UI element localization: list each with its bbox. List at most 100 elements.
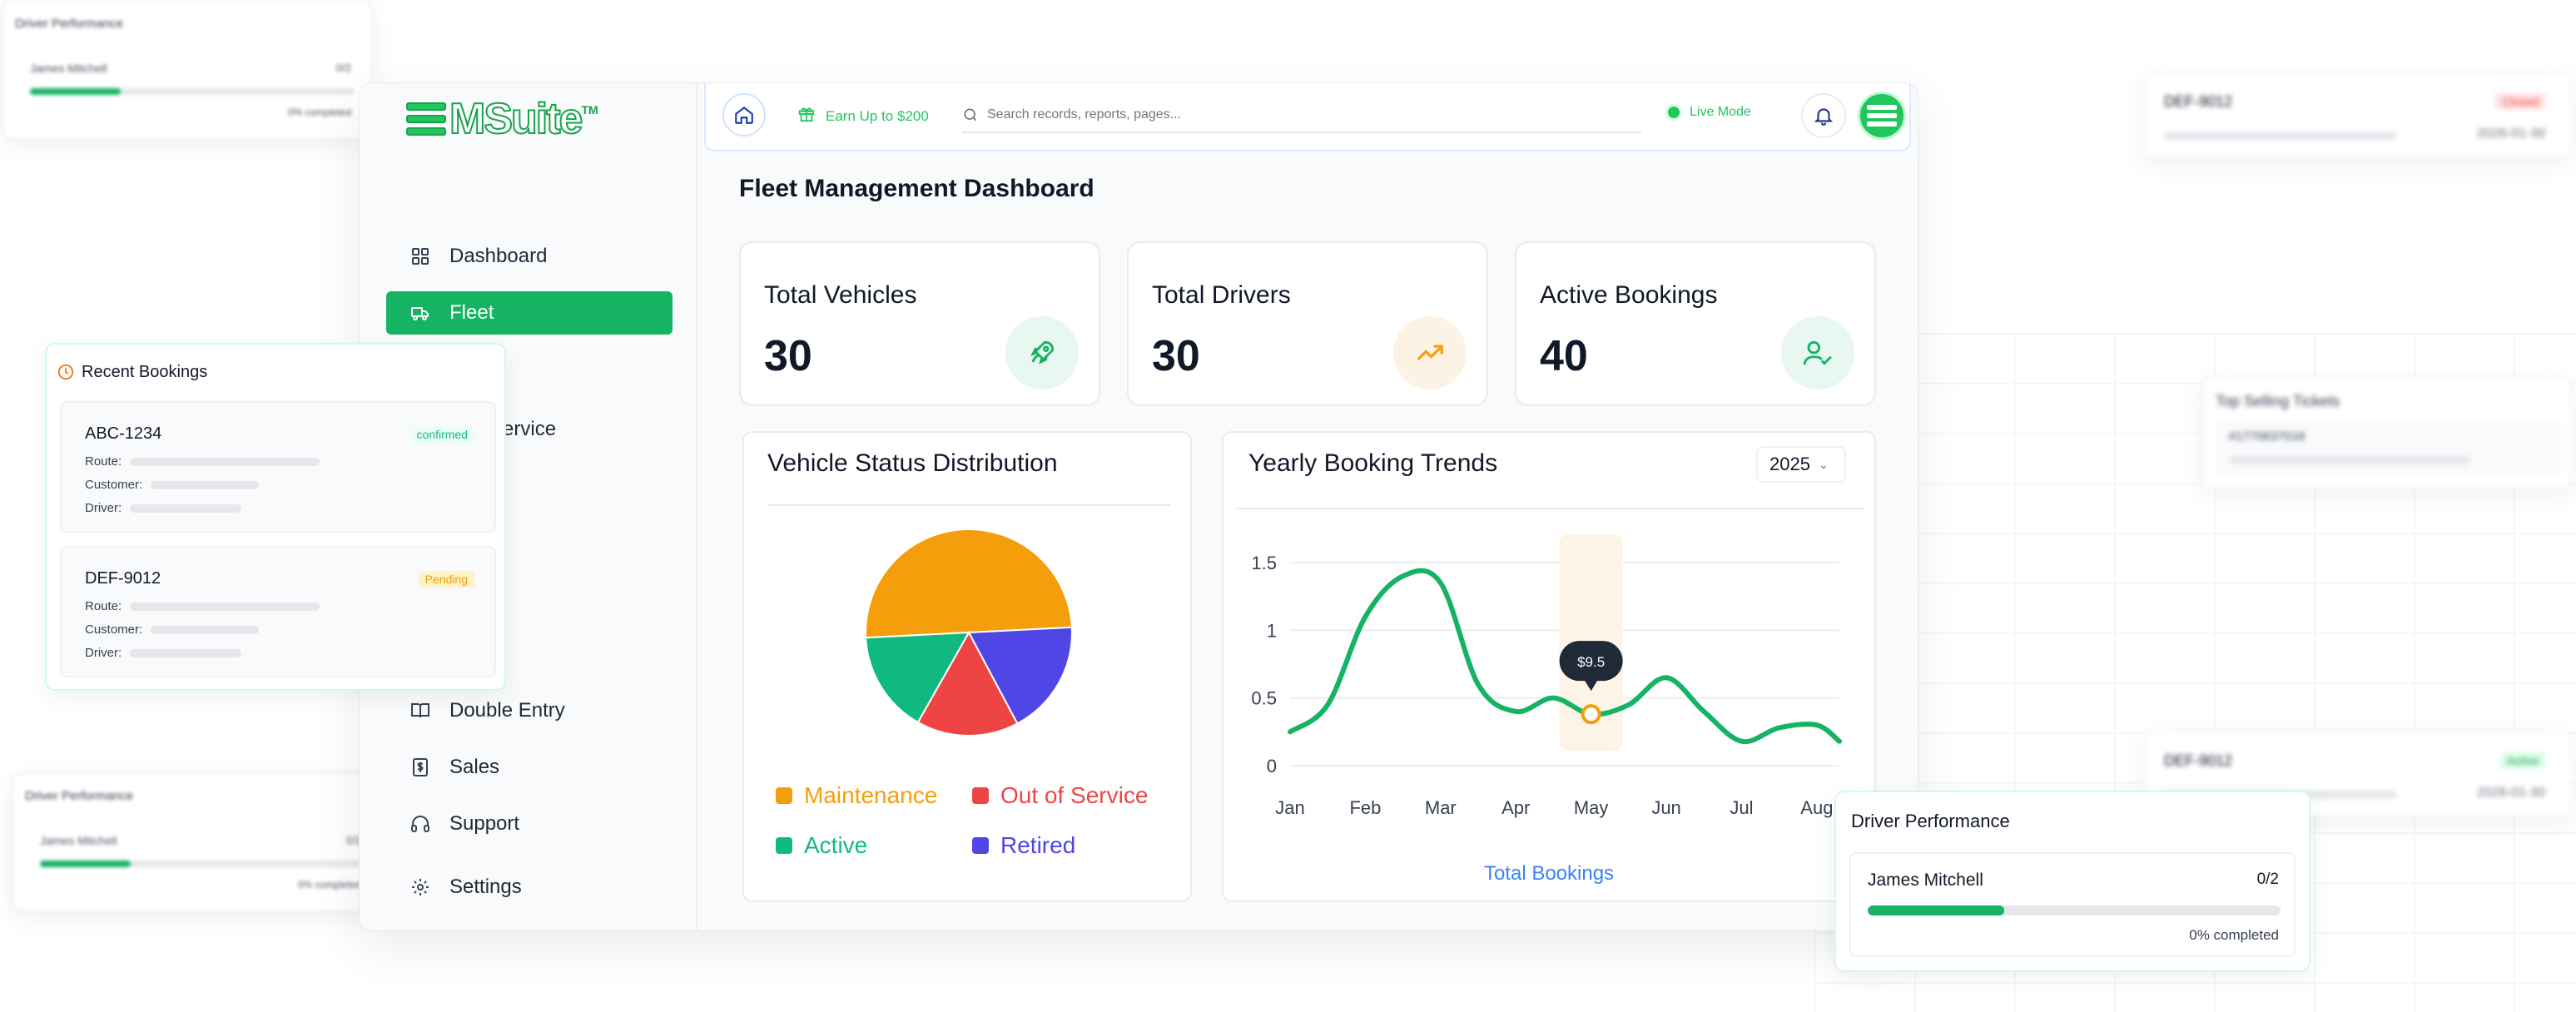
stat-value: 30 [764,332,812,380]
stat-value: 40 [1540,332,1588,380]
driver-row: Driver: [85,646,242,660]
grid-icon [409,246,431,267]
sidebar-item-settings[interactable]: Settings [386,866,673,909]
sidebar-item-label: Sales [449,756,500,778]
x-tick-label: Aug [1800,797,1833,818]
stat-card-active-bookings: Active Bookings 40 [1515,241,1876,406]
legend-item-retired[interactable]: Retired [972,832,1075,859]
live-dot-icon [1668,107,1680,118]
notifications-button[interactable] [1801,93,1846,138]
legend-label: Out of Service [1000,782,1149,808]
legend-label: Active [804,832,868,858]
stat-card-total-drivers: Total Drivers 30 [1127,241,1488,406]
bg-ticket-placeholder [2229,456,2470,464]
earn-label: Earn Up to $200 [826,107,929,124]
year-select-value: 2025 [1769,454,1810,474]
vehicle-status-card: Vehicle Status Distribution Maintenance … [742,431,1192,902]
bg-card-title: Top Selling Tickets [2216,393,2340,409]
chevron-down-icon: ⌄ [1818,457,1829,471]
x-tick-label: Apr [1501,797,1530,818]
bg-ticket-tag: Active [2499,752,2545,769]
logo-text: MSuite [449,94,583,144]
search-input[interactable] [987,107,1570,122]
x-tick-label: Jul [1730,797,1753,818]
booking-id: DEF-9012 [85,569,161,588]
truck-icon [409,302,431,324]
rocket-icon [1005,316,1079,389]
year-select[interactable]: 2025 ⌄ [1756,446,1846,483]
customer-label: Customer: [85,623,143,637]
legend-label: Maintenance [804,782,938,808]
legend-item-out-of-service[interactable]: Out of Service [972,782,1148,809]
progress-bar [1868,905,2281,915]
bg-driver-name: James Mitchell [40,834,117,847]
search-bar[interactable] [962,98,1641,133]
x-tick-label: Jan [1275,797,1304,818]
legend-item-maintenance[interactable]: Maintenance [776,782,937,809]
sidebar-item-double-entry[interactable]: Double Entry [386,689,673,732]
sidebar-item-dashboard[interactable]: Dashboard [386,235,673,278]
dollar-icon [409,757,431,778]
card-title: Recent Bookings [82,363,208,381]
bg-card-title: Driver Performance [25,789,134,803]
search-icon [964,108,977,122]
customer-row: Customer: [85,623,260,637]
live-mode-indicator[interactable]: Live Mode [1668,105,1751,120]
gift-icon [797,105,816,127]
stat-label: Total Vehicles [764,281,917,309]
x-tick-label: Mar [1425,797,1457,818]
legend-item-active[interactable]: Active [776,832,867,859]
route-row: Route: [85,454,320,469]
sidebar-item-label: Support [449,812,520,835]
x-tick-label: Jun [1651,797,1680,818]
bg-ticket-date: 2026-01-30 [2477,126,2545,141]
user-check-icon [1781,316,1854,389]
x-tick-label: May [1574,797,1609,818]
avatar[interactable] [1858,92,1906,140]
route-row: Route: [85,599,320,613]
stat-label: Active Bookings [1540,281,1718,309]
home-icon [735,106,753,124]
bell-icon [1814,108,1834,126]
driver-row[interactable]: James Mitchell 0/2 0% completed [1849,852,2296,957]
legend-swatch [776,837,792,854]
tooltip-text: $9.5 [1577,654,1605,670]
home-button[interactable] [722,93,766,136]
bg-ticket-id: #1770637016 [2229,429,2305,444]
bg-driver-name: James Mitchell [30,62,107,75]
legend-swatch [972,787,989,804]
customer-label: Customer: [85,478,143,492]
sidebar-item-fleet[interactable]: Fleet [386,291,673,335]
app-logo[interactable]: MSuite TM [406,94,598,144]
booking-item[interactable]: DEF-9012 Pending Route: Customer: Driver… [60,546,496,677]
card-title: Yearly Booking Trends [1248,449,1498,477]
sidebar-item-sales[interactable]: Sales [386,746,673,789]
sidebar-item-label: Settings [449,876,522,898]
earn-link[interactable]: Earn Up to $200 [797,105,929,127]
headset-icon [409,813,431,835]
y-tick-label: 1.5 [1251,553,1277,573]
bg-driver-score: 0/2 [335,62,351,74]
route-label: Route: [85,599,122,613]
sidebar-item-label: Dashboard [449,245,548,267]
app-window: MSuite TM Dashboard Fleet t ct & Service… [360,83,1918,930]
top-bar: Earn Up to $200 Live Mode [704,83,1911,151]
highlight-point [1581,704,1601,725]
booking-id: ABC-1234 [85,424,162,443]
sidebar-item-label: Double Entry [449,699,565,722]
divider [1237,508,1864,509]
completed-text: 0% completed [2189,927,2279,943]
bg-ticket-tag: Closed [2495,93,2545,110]
divider [767,504,1170,506]
booking-item[interactable]: ABC-1234 confirmed Route: Customer: Driv… [60,401,496,533]
bg-completed-text: 0% completed [287,107,351,118]
driver-performance-card: Driver Performance James Mitchell 0/2 0%… [1834,791,2310,972]
driver-label: Driver: [85,501,122,515]
pie-chart [865,528,1073,737]
bg-ticket-id: DEF-9012 [2164,93,2233,110]
sidebar-item-support[interactable]: Support [386,802,673,846]
legend-swatch [972,837,989,854]
stat-value: 30 [1152,332,1200,380]
driver-score: 0/2 [2256,871,2279,888]
bg-completed-text: 0% completed [297,879,361,890]
